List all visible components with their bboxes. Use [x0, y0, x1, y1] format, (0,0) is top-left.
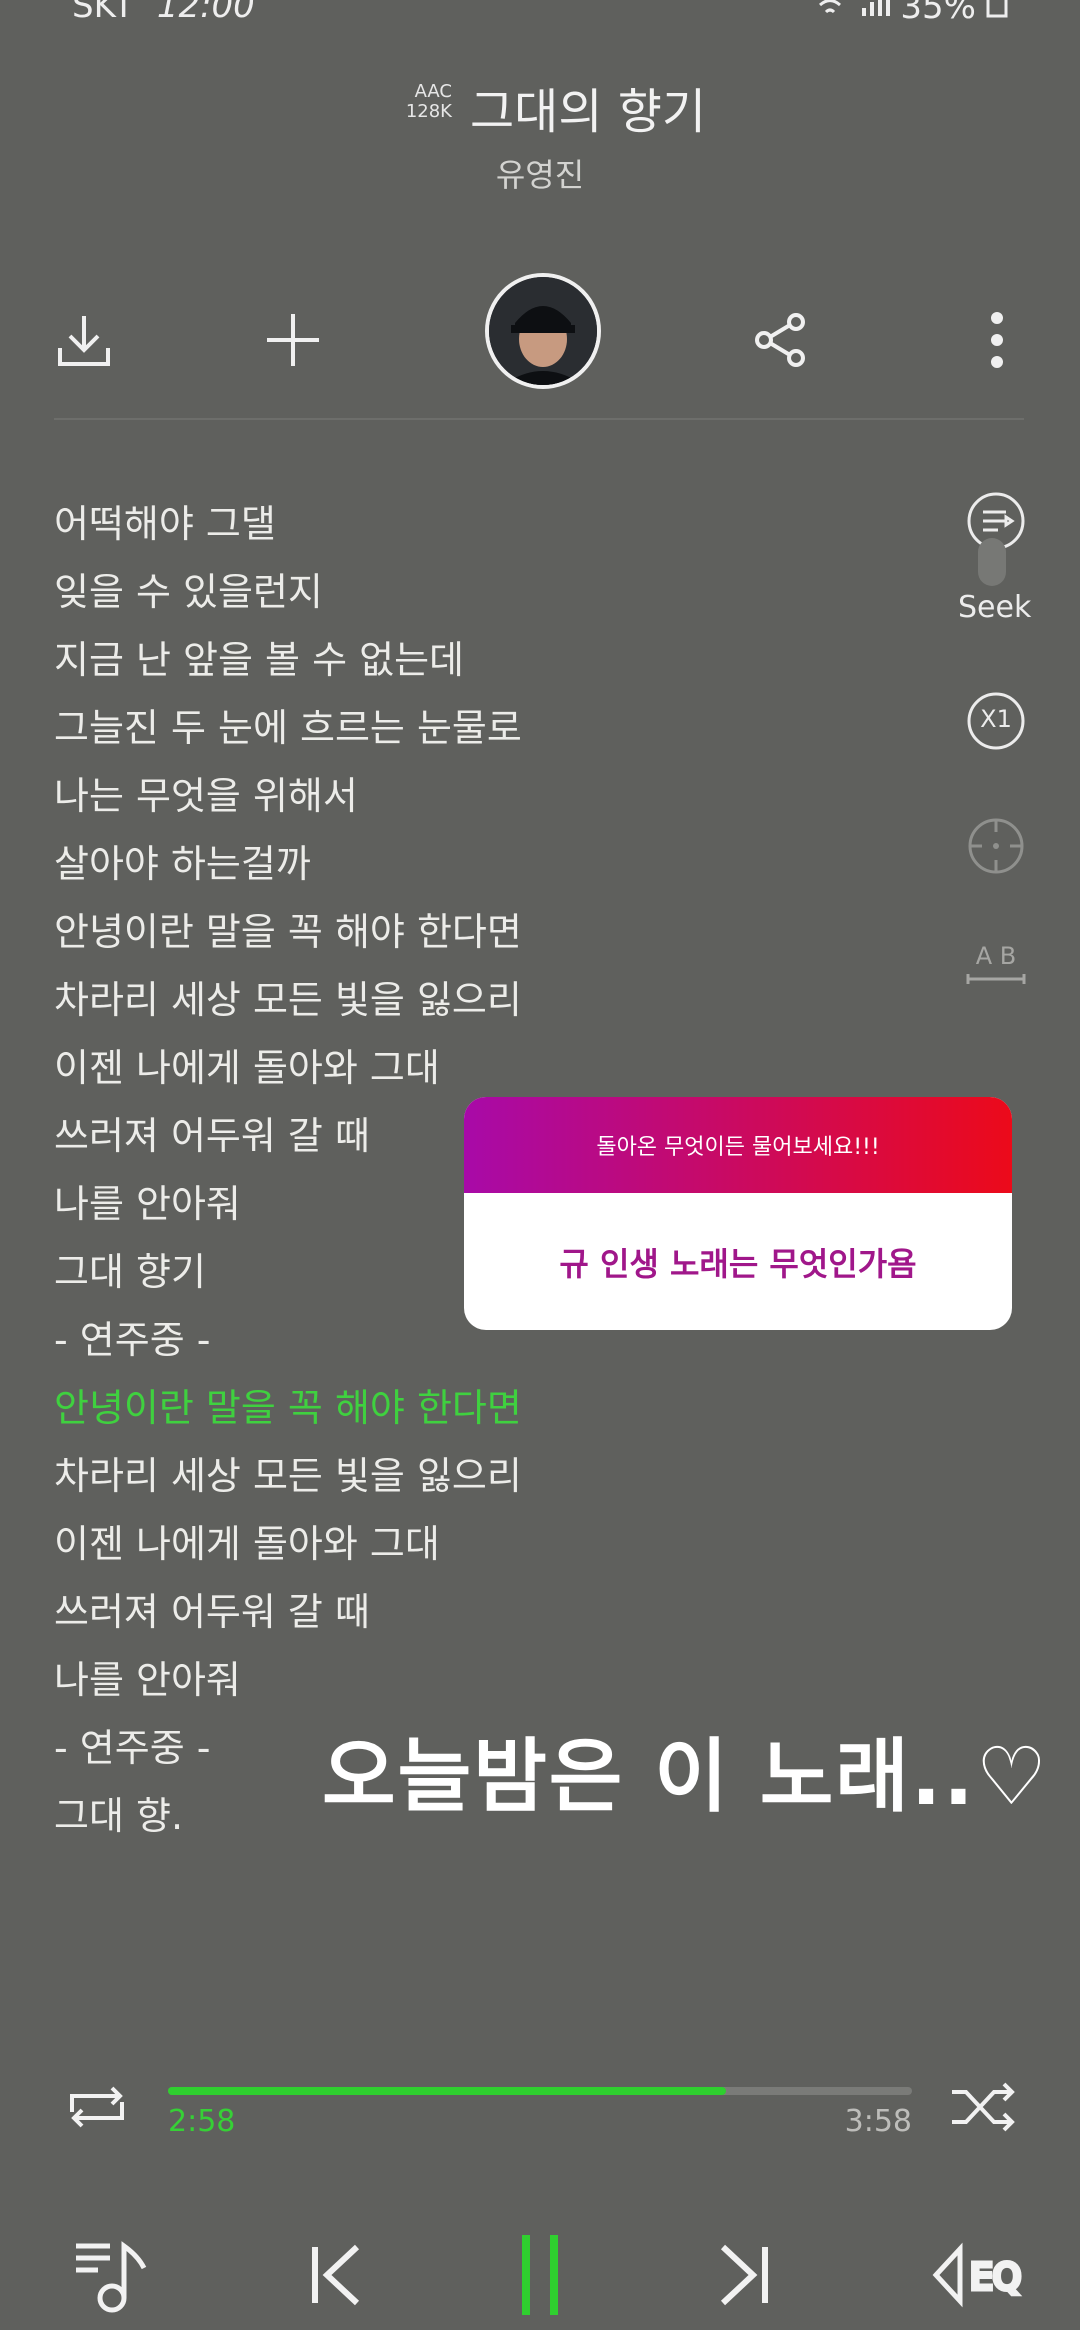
shuffle-button[interactable] [928, 2052, 1038, 2162]
ab-label: A B [975, 942, 1017, 970]
speed-label: X1 [980, 705, 1012, 733]
lyric-line[interactable]: 이젠 나에게 돌아와 그대 [54, 1034, 614, 1102]
repeat-button[interactable] [42, 2052, 152, 2162]
lyric-line[interactable]: 차라리 세상 모든 빛을 잃으리 [54, 1442, 614, 1510]
lyric-line[interactable]: 쓰러져 어두워 갈 때 [54, 1578, 614, 1646]
battery-icon [986, 0, 1008, 27]
ab-repeat-button[interactable]: A B [964, 936, 1028, 1000]
current-time: 2:58 [168, 2104, 236, 2139]
lyric-line[interactable]: 이젠 나에게 돌아와 그대 [54, 1510, 614, 1578]
song-title[interactable]: 그대의 향기 [470, 72, 706, 142]
more-vertical-icon [991, 312, 1003, 368]
story-caption: 오늘밤은 이 노래..♡ [322, 1730, 1050, 1823]
artist-avatar[interactable] [485, 273, 601, 389]
bitrate-label: 128K [405, 101, 452, 122]
toolbar-divider [54, 418, 1024, 420]
speed-button[interactable]: X1 [964, 689, 1028, 753]
lyric-line[interactable]: 차라리 세상 모든 빛을 잃으리 [54, 966, 614, 1034]
seek-label: Seek [958, 590, 1032, 625]
clock: 12:00 [156, 0, 255, 26]
lyric-line[interactable]: 어떡해야 그댈 [54, 490, 614, 558]
locate-current-line-button[interactable] [964, 814, 1028, 878]
lyric-line[interactable]: 안녕이란 말을 꼭 해야 한다면 [54, 898, 614, 966]
lyric-line[interactable]: 살아야 하는걸까 [54, 830, 614, 898]
skip-next-icon [720, 2244, 768, 2306]
crosshair-icon [968, 818, 1024, 874]
share-button[interactable] [740, 300, 820, 380]
artist-photo [489, 277, 597, 385]
seek-toggle[interactable] [978, 538, 1006, 586]
svg-text:EQ: EQ [970, 2257, 1021, 2298]
speaker-eq-icon: EQ [932, 2242, 1024, 2308]
more-options-button[interactable] [957, 300, 1037, 380]
progress-fill [168, 2087, 726, 2095]
lyric-line[interactable]: 나를 안아줘 [54, 1646, 614, 1714]
wifi-icon [810, 0, 850, 27]
carrier: SKT [72, 0, 135, 26]
lyric-line[interactable]: 나는 무엇을 위해서 [54, 762, 614, 830]
pause-icon [522, 2235, 558, 2315]
plus-icon [267, 314, 319, 366]
lyric-line[interactable]: 잊을 수 있을런지 [54, 558, 614, 626]
codec-label: AAC [414, 81, 452, 102]
battery-level: 35% [900, 0, 976, 27]
status-bar-left: SKT 12:00 [72, 0, 255, 26]
repeat-icon [70, 2086, 124, 2128]
ab-repeat-icon [966, 974, 1026, 984]
codec-badge: AAC 128K [392, 82, 452, 122]
signal-icon [860, 0, 891, 27]
download-button[interactable] [44, 300, 124, 380]
question-sticker-header: 돌아온 무엇이든 물어보세요!!! [464, 1097, 1012, 1193]
artist-name[interactable]: 유영진 [0, 150, 1080, 196]
shuffle-icon [952, 2082, 1015, 2132]
equalizer-button[interactable]: EQ [930, 2220, 1040, 2330]
status-bar-right: 35% [810, 0, 1008, 27]
playlist-button[interactable] [48, 2220, 158, 2330]
lyric-line[interactable]: 그늘진 두 눈에 흐르는 눈물로 [54, 694, 614, 762]
question-sticker-answer: 규 인생 노래는 무엇인가욤 [559, 1244, 917, 1283]
add-to-playlist-button[interactable] [253, 300, 333, 380]
download-icon [58, 316, 110, 366]
lyric-line-current[interactable]: 안녕이란 말을 꼭 해야 한다면 [54, 1374, 614, 1442]
question-sticker[interactable]: 돌아온 무엇이든 물어보세요!!! 규 인생 노래는 무엇인가욤 [464, 1097, 1012, 1330]
share-icon [755, 313, 805, 367]
previous-button[interactable] [280, 2220, 390, 2330]
skip-previous-icon [312, 2244, 360, 2306]
playlist-music-icon [76, 2241, 147, 2313]
pause-button[interactable] [485, 2220, 595, 2330]
next-button[interactable] [690, 2220, 800, 2330]
total-time: 3:58 [844, 2104, 912, 2139]
lyric-line[interactable]: 지금 난 앞을 볼 수 없는데 [54, 626, 614, 694]
